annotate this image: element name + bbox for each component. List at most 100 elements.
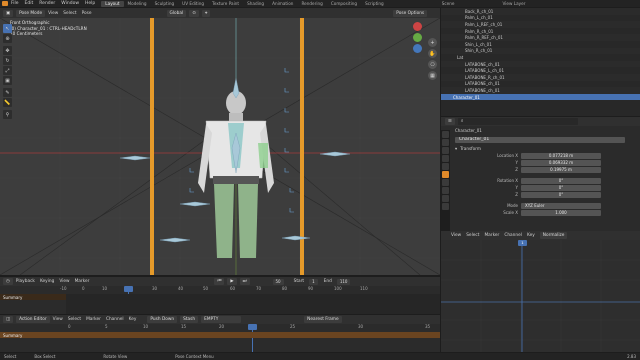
- world-tab-icon[interactable]: [442, 163, 449, 170]
- tool-tab-icon[interactable]: [442, 131, 449, 138]
- constraint-tab-icon[interactable]: [442, 195, 449, 202]
- outliner-item[interactable]: Back_R_ch_01: [441, 8, 640, 15]
- outliner-item[interactable]: LATABONE_L_ch_01: [441, 67, 640, 74]
- action-menu-key[interactable]: Key: [129, 317, 137, 322]
- menu-window[interactable]: Window: [61, 1, 79, 6]
- outliner-item[interactable]: Palm_R_ch_01: [441, 28, 640, 35]
- normalize-toggle[interactable]: Normalize: [539, 232, 568, 239]
- menu-select[interactable]: Select: [63, 11, 76, 16]
- start-frame-field[interactable]: 1: [309, 278, 318, 285]
- menu-keying[interactable]: Keying: [40, 279, 54, 284]
- menu-file[interactable]: File: [11, 1, 19, 6]
- move-tool-icon[interactable]: ✥: [3, 46, 12, 55]
- action-menu-view[interactable]: View: [53, 317, 63, 322]
- mode-selector[interactable]: Pose Mode: [16, 9, 46, 17]
- object-name-field[interactable]: Character_01: [455, 136, 625, 143]
- tab-sculpting[interactable]: Sculpting: [151, 1, 179, 7]
- timeline-menu-view[interactable]: View: [59, 279, 69, 284]
- outliner-item[interactable]: LATABONE_ch_01: [441, 87, 640, 94]
- tab-rendering[interactable]: Rendering: [297, 1, 326, 7]
- graph-editor[interactable]: 1: [441, 240, 640, 352]
- pose-options-button[interactable]: Pose Options: [393, 9, 428, 17]
- timeline-editor-icon[interactable]: ◷: [3, 278, 13, 285]
- cursor-tool-icon[interactable]: ⊕: [3, 34, 12, 43]
- tab-layout[interactable]: Layout: [101, 0, 124, 7]
- axis-y-icon[interactable]: [413, 33, 422, 42]
- blender-logo-icon[interactable]: [2, 1, 8, 6]
- stash-button[interactable]: Stash: [180, 316, 199, 323]
- transform-tool-icon[interactable]: ▣: [3, 76, 12, 85]
- perspective-icon[interactable]: ▦: [428, 71, 437, 80]
- rotation-mode-select[interactable]: XYZ Euler: [521, 202, 601, 209]
- axis-x-icon[interactable]: [413, 22, 422, 31]
- snap-mode-selector[interactable]: Nearest Frame: [304, 316, 342, 323]
- action-menu-channel[interactable]: Channel: [106, 317, 124, 322]
- jump-start-icon[interactable]: ⏮: [214, 278, 225, 285]
- tab-uv-editing[interactable]: UV Editing: [178, 1, 208, 7]
- graph-menu-channel[interactable]: Channel: [504, 233, 522, 238]
- rotation-x-field[interactable]: 0°: [521, 177, 601, 184]
- properties-search[interactable]: ⌕: [457, 118, 578, 125]
- jump-end-icon[interactable]: ⏭: [239, 278, 250, 285]
- location-x-field[interactable]: 0.077218 m: [521, 152, 601, 159]
- outliner-item-selected[interactable]: Character_01: [441, 93, 640, 101]
- graph-current-frame[interactable]: 1: [518, 240, 527, 246]
- action-menu-select[interactable]: Select: [68, 317, 81, 322]
- tab-texture-paint[interactable]: Texture Paint: [208, 1, 243, 7]
- editor-type-button[interactable]: ▣: [3, 9, 14, 17]
- menu-view[interactable]: View: [48, 11, 58, 16]
- action-editor-mode[interactable]: Action Editor: [16, 316, 50, 323]
- menu-playback[interactable]: Playback: [16, 279, 35, 284]
- menu-pose[interactable]: Pose: [82, 11, 92, 16]
- dopesheet-editor-icon[interactable]: ◫: [3, 316, 14, 323]
- tab-compositing[interactable]: Compositing: [327, 1, 361, 7]
- play-icon[interactable]: ▶: [227, 278, 237, 285]
- timeline-menu-marker[interactable]: Marker: [75, 279, 90, 284]
- view-layer-selector[interactable]: View Layer: [498, 1, 529, 7]
- zoom-icon[interactable]: +: [428, 38, 437, 47]
- timeline[interactable]: -10 0 10 20 30 40 50 60 70 80 90 100 110…: [0, 286, 440, 314]
- action-editor[interactable]: 0 5 10 15 20 25 30 35 Summary: [0, 324, 440, 352]
- graph-menu-key[interactable]: Key: [527, 233, 535, 238]
- rotation-y-field[interactable]: 0°: [521, 184, 601, 191]
- annotate-tool-icon[interactable]: ✎: [3, 88, 12, 97]
- outliner-item[interactable]: LATABONE_ch_01: [441, 60, 640, 68]
- graph-menu-select[interactable]: Select: [466, 233, 479, 238]
- snap-icon[interactable]: ⌖: [201, 9, 211, 17]
- push-down-button[interactable]: Push Down: [147, 316, 178, 323]
- outliner-item[interactable]: Palm_L_REF_ch_01: [441, 21, 640, 28]
- outliner-item[interactable]: Palm_L_ch_01: [441, 15, 640, 22]
- location-z-field[interactable]: 0.19975 m: [521, 166, 601, 173]
- 3d-viewport[interactable]: Front Orthographic (0) Character_01 : CT…: [0, 18, 440, 275]
- select-tool-icon[interactable]: ↖: [3, 24, 12, 33]
- end-frame-field[interactable]: 110: [336, 278, 351, 285]
- properties-editor-icon[interactable]: ☰: [445, 118, 455, 125]
- axis-z-icon[interactable]: [413, 44, 422, 53]
- scale-x-field[interactable]: 1.000: [521, 209, 601, 216]
- outliner-item[interactable]: Palm_R_REF_ch_01: [441, 34, 640, 41]
- physics-tab-icon[interactable]: [442, 187, 449, 194]
- object-tab-icon[interactable]: [442, 171, 449, 178]
- current-frame-field[interactable]: 50: [272, 278, 284, 285]
- camera-icon[interactable]: ⎔: [428, 60, 437, 69]
- action-summary[interactable]: Summary: [0, 332, 440, 338]
- menu-render[interactable]: Render: [39, 1, 55, 6]
- orientation-selector[interactable]: Global: [166, 9, 187, 17]
- action-menu-marker[interactable]: Marker: [86, 317, 101, 322]
- render-tab-icon[interactable]: [442, 139, 449, 146]
- tab-modeling[interactable]: Modeling: [124, 1, 151, 7]
- tab-animation[interactable]: Animation: [268, 1, 297, 7]
- tab-shading[interactable]: Shading: [243, 1, 268, 7]
- scene-selector[interactable]: Scene: [438, 1, 459, 7]
- timeline-track[interactable]: [66, 294, 440, 314]
- pose-tool-icon[interactable]: ⚲: [3, 110, 12, 119]
- modifier-tab-icon[interactable]: [442, 179, 449, 186]
- outliner-collection[interactable]: Lat: [441, 54, 640, 61]
- outliner-item[interactable]: Shin_R_ch_01: [441, 47, 640, 55]
- graph-menu-marker[interactable]: Marker: [484, 233, 499, 238]
- rotation-z-field[interactable]: 0°: [521, 191, 601, 198]
- outliner-item[interactable]: LATABONE_ch_01: [441, 81, 640, 88]
- location-y-field[interactable]: 0.069332 m: [521, 159, 601, 166]
- data-tab-icon[interactable]: [442, 203, 449, 210]
- pivot-icon[interactable]: ⊙: [189, 9, 199, 17]
